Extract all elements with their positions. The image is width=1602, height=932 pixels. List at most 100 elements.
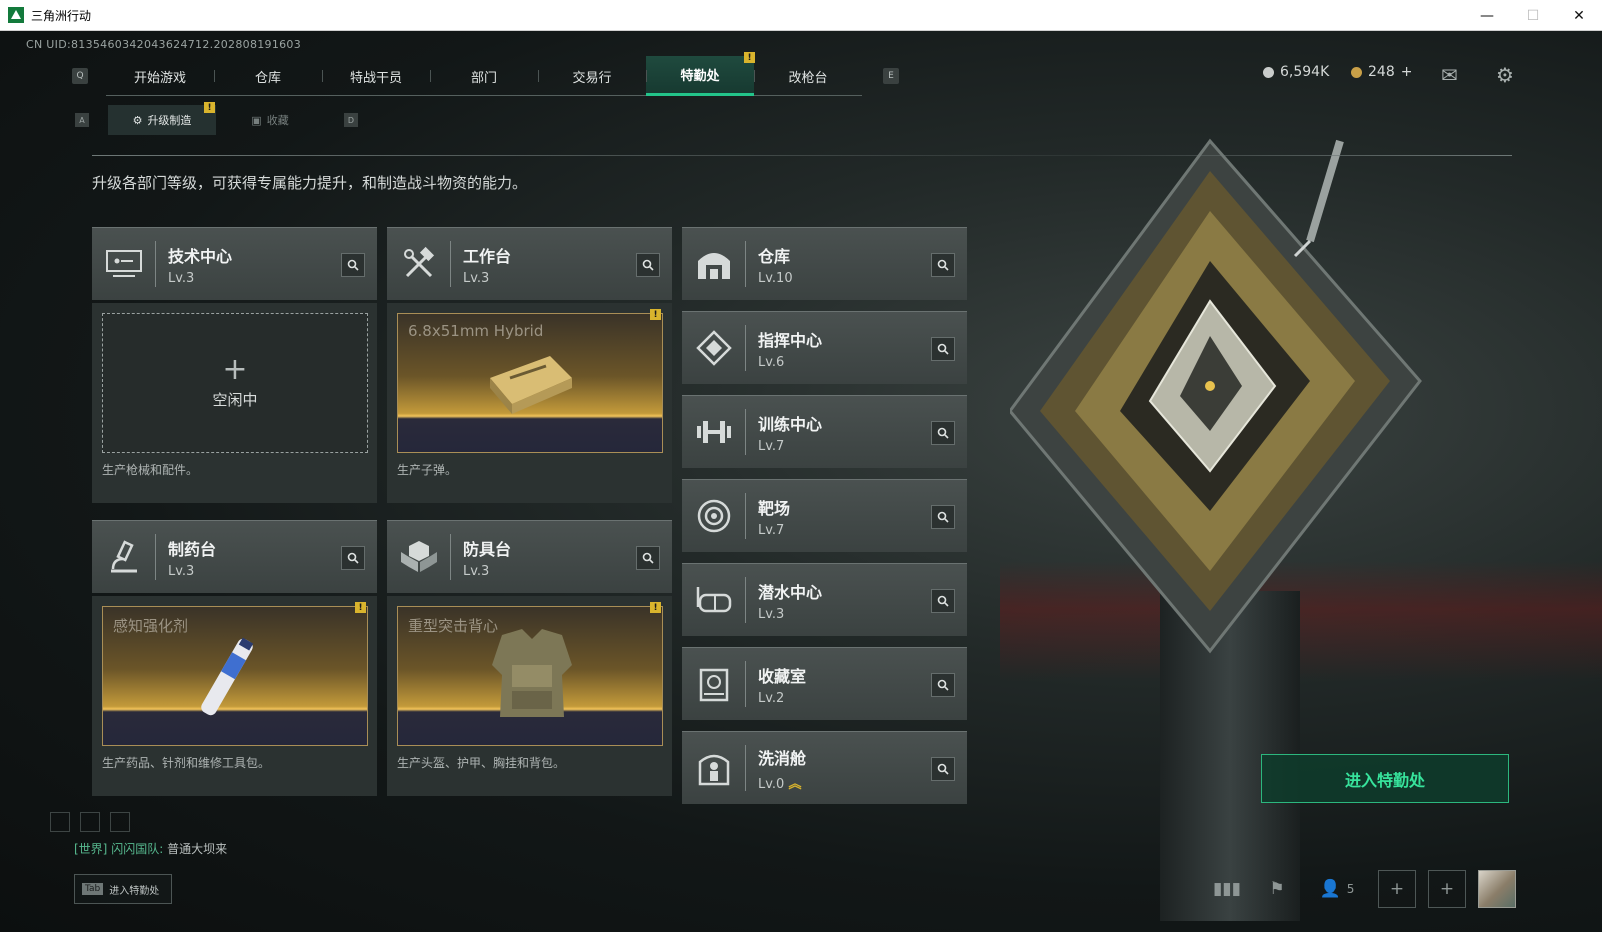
warehouse-icon — [682, 241, 746, 287]
subtab-collection-label: 收藏 — [266, 114, 289, 127]
facility-shooting-range[interactable]: 靶场 Lv.7 — [682, 479, 967, 552]
monitor-icon — [92, 241, 156, 287]
facility-name: 训练中心 — [758, 414, 823, 434]
subtab-upgrade-craft[interactable]: ⚙ 升级制造 — [108, 105, 216, 135]
craft-item-name: 6.8x51mm Hybrid — [408, 322, 544, 340]
facility-level: Lv.3 — [463, 563, 490, 579]
app-logo-icon — [8, 7, 24, 23]
add-gold-button[interactable]: + — [1401, 64, 1413, 80]
search-icon[interactable] — [931, 505, 955, 529]
facility-name: 制药台 — [168, 539, 217, 559]
nav-prev-key[interactable]: Q — [72, 68, 88, 84]
facility-diving-center[interactable]: 潜水中心 Lv.3 — [682, 563, 967, 636]
decon-icon — [682, 745, 746, 791]
subtab-collection[interactable]: ▣ 收藏 — [216, 105, 324, 135]
facility-decon-chamber[interactable]: 洗消舱 Lv.0 ︽ — [682, 731, 967, 804]
tab-special-ops[interactable]: 特勤处 — [646, 56, 754, 96]
craft-slot-item[interactable]: 重型突击背心 — [397, 606, 663, 746]
stats-chart-icon[interactable]: ▮▮▮ — [1208, 870, 1246, 908]
subnav-prev-key[interactable]: A — [75, 113, 89, 127]
maximize-button[interactable]: ☐ — [1510, 0, 1556, 31]
facility-warehouse[interactable]: 仓库 Lv.10 — [682, 227, 967, 300]
tab-hint-label: 进入特勤处 — [109, 885, 160, 897]
goggles-icon — [682, 577, 746, 623]
facility-armor-bench[interactable]: 防具台 Lv.3 — [387, 520, 672, 593]
player-uid: CN UID:8135460342043624712.202808191603 — [26, 38, 302, 51]
search-icon[interactable] — [341, 253, 365, 277]
microscope-icon — [92, 534, 156, 580]
facility-tech-center[interactable]: 技术中心 Lv.3 — [92, 227, 377, 300]
search-icon[interactable] — [931, 337, 955, 361]
tab-enter-hint[interactable]: Tab 进入特勤处 — [74, 874, 172, 904]
search-icon[interactable] — [931, 421, 955, 445]
collection-icon: ▣ — [251, 113, 262, 127]
chat-sender: 闪闪国队: — [111, 842, 164, 856]
friends-count: 5 — [1346, 882, 1355, 896]
chat-line[interactable]: [世界] 闪闪国队: 普通大坝来 — [74, 840, 227, 857]
facility-level: Lv.6 — [758, 354, 785, 370]
search-icon[interactable] — [931, 253, 955, 277]
add-icon: + — [222, 351, 248, 387]
add-slot-icon[interactable]: + — [1378, 870, 1416, 908]
facility-name: 潜水中心 — [758, 582, 823, 602]
tab-operators[interactable]: 特战干员 — [322, 56, 430, 96]
silver-amount: 6,594K — [1280, 64, 1330, 80]
search-icon[interactable] — [636, 546, 660, 570]
facility-pharmacy[interactable]: 制药台 Lv.3 — [92, 520, 377, 593]
workbench-alert-badge: ! — [650, 309, 661, 320]
close-button[interactable]: ✕ — [1556, 0, 1602, 31]
tab-gunsmith[interactable]: 改枪台 — [754, 56, 862, 96]
subnav-next-key[interactable]: D — [344, 113, 358, 127]
chat-message: 普通大坝来 — [167, 842, 228, 856]
facility-name: 洗消舱 — [758, 748, 807, 768]
mail-icon[interactable]: ✉ — [1441, 63, 1458, 87]
facility-command-center[interactable]: 指挥中心 Lv.6 — [682, 311, 967, 384]
nav-next-key[interactable]: E — [883, 68, 899, 84]
tab-trading[interactable]: 交易行 — [538, 56, 646, 96]
command-icon — [682, 325, 746, 371]
facility-workbench[interactable]: 工作台 Lv.3 — [387, 227, 672, 300]
tab-department[interactable]: 部门 — [430, 56, 538, 96]
gold-coin-icon — [1351, 66, 1362, 78]
tab-start-game[interactable]: 开始游戏 — [106, 56, 214, 96]
pharmacy-alert-badge: ! — [355, 602, 366, 613]
tools-icon — [387, 241, 451, 287]
facility-level: Lv.2 — [758, 690, 785, 706]
target-icon — [682, 493, 746, 539]
facility-training-center[interactable]: 训练中心 Lv.7 — [682, 395, 967, 468]
syringe-image — [201, 637, 254, 716]
craft-slot-item[interactable]: 感知强化剂 — [102, 606, 368, 746]
silver-currency: 6,594K — [1263, 64, 1329, 80]
window-title: 三角洲行动 — [31, 8, 92, 23]
tab-warehouse[interactable]: 仓库 — [214, 56, 322, 96]
facility-cube-illustration — [1010, 138, 1422, 654]
search-icon[interactable] — [341, 546, 365, 570]
vest-image — [492, 629, 572, 717]
craft-slot-idle[interactable]: + 空闲中 — [102, 313, 368, 453]
enter-special-ops-button[interactable]: 进入特勤处 — [1261, 754, 1509, 803]
search-icon[interactable] — [931, 589, 955, 613]
friends-button[interactable]: 👤 5 — [1308, 870, 1366, 908]
search-icon[interactable] — [931, 673, 955, 697]
flag-icon[interactable]: ⚑ — [1258, 870, 1296, 908]
search-icon[interactable] — [931, 757, 955, 781]
facility-description: 生产枪械和配件。 — [102, 463, 199, 477]
facility-name: 工作台 — [463, 246, 512, 266]
add-slot-icon[interactable]: + — [1428, 870, 1466, 908]
facility-description: 生产头盔、护甲、胸挂和背包。 — [397, 756, 566, 770]
search-icon[interactable] — [636, 253, 660, 277]
avatar[interactable] — [1478, 870, 1516, 908]
chat-channel: [世界] — [74, 842, 108, 856]
dumbbell-icon — [682, 409, 746, 455]
minimize-button[interactable]: — — [1464, 0, 1510, 31]
corner-marker — [50, 812, 70, 832]
craft-slot-item[interactable]: 6.8x51mm Hybrid — [397, 313, 663, 453]
facility-name: 收藏室 — [758, 666, 807, 686]
settings-gear-icon[interactable]: ⚙ — [1496, 63, 1514, 87]
cubes-icon — [387, 534, 451, 580]
armor-bench-alert-badge: ! — [650, 602, 661, 613]
facility-level: Lv.0 — [758, 776, 785, 792]
facility-level: Lv.7 — [758, 522, 785, 538]
facility-level: Lv.3 — [168, 563, 195, 579]
facility-collection-room[interactable]: 收藏室 Lv.2 — [682, 647, 967, 720]
